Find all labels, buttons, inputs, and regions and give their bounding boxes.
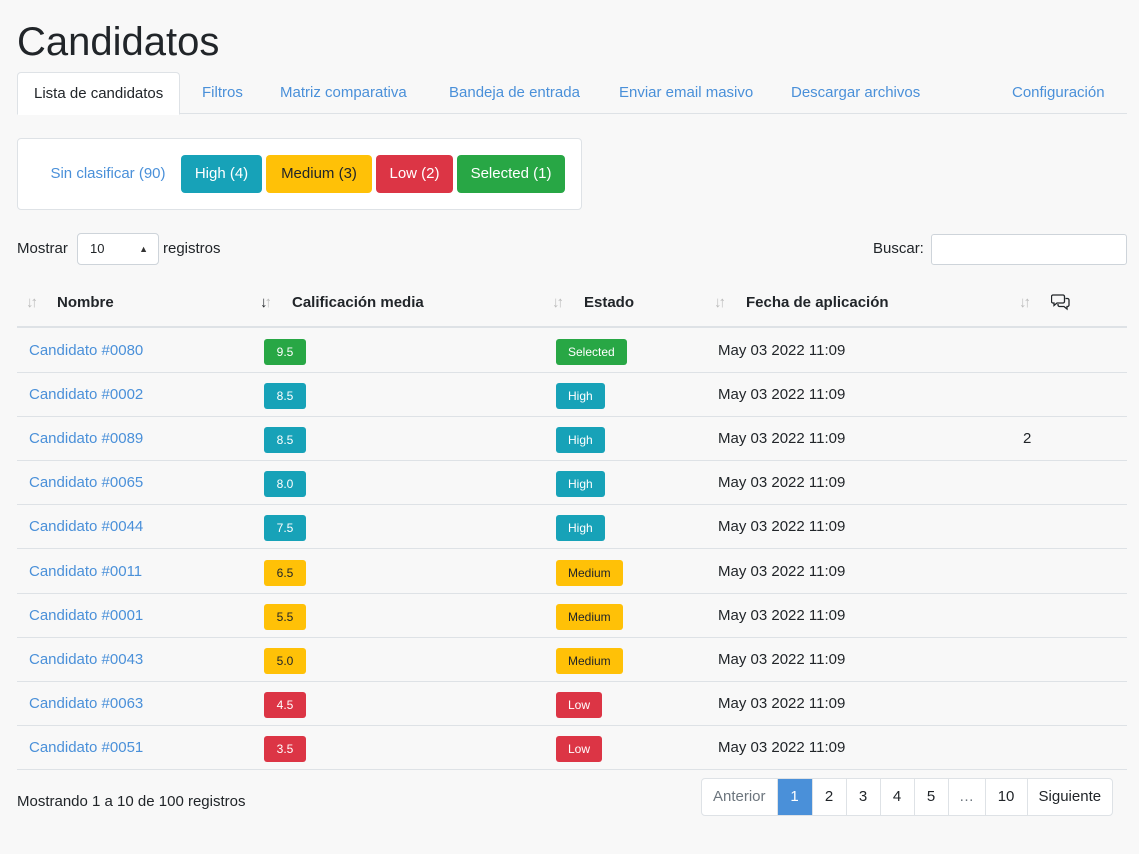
column-header-name[interactable]: Nombre	[57, 280, 114, 326]
filter-unclassified-button[interactable]: Sin clasificar (90)	[34, 155, 182, 193]
tab-download-files[interactable]: Descargar archivos	[775, 72, 936, 114]
tab-filters[interactable]: Filtros	[186, 72, 259, 114]
filter-low-button[interactable]: Low (2)	[376, 155, 453, 193]
sort-icon[interactable]: ↓↑	[26, 280, 38, 326]
state-badge: Low	[556, 692, 603, 718]
page-button-5[interactable]: 5	[913, 779, 948, 815]
candidate-link[interactable]: Candidato #0002	[29, 373, 143, 417]
table-row: Candidato #0065 8.0 High May 03 2022 11:…	[17, 461, 1127, 505]
next-page-button[interactable]: Siguiente	[1026, 779, 1113, 815]
candidate-link[interactable]: Candidato #0089	[29, 417, 143, 461]
sort-desc-icon[interactable]: ↓↑	[260, 280, 272, 326]
filter-medium-button[interactable]: Medium (3)	[266, 155, 372, 193]
table-row: Candidato #0063 4.5 Low May 03 2022 11:0…	[17, 682, 1127, 726]
table-row: Candidato #0089 8.5 High May 03 2022 11:…	[17, 417, 1127, 461]
state-badge: Medium	[556, 648, 623, 674]
candidate-link[interactable]: Candidato #0051	[29, 726, 143, 770]
table-row: Candidato #0043 5.0 Medium May 03 2022 1…	[17, 638, 1127, 682]
candidate-link[interactable]: Candidato #0080	[29, 329, 143, 373]
search-input[interactable]	[931, 234, 1127, 265]
application-date: May 03 2022 11:09	[718, 386, 846, 403]
candidate-link[interactable]: Candidato #0063	[29, 682, 143, 726]
length-suffix: registros	[163, 240, 221, 257]
sort-icon[interactable]: ↓↑	[1019, 280, 1031, 326]
table-info: Mostrando 1 a 10 de 100 registros	[17, 793, 246, 810]
tabs-bar: Lista de candidatos Filtros Matriz compa…	[17, 72, 1127, 115]
application-date: May 03 2022 11:09	[718, 739, 846, 756]
previous-page-button[interactable]: Anterior	[702, 779, 777, 815]
candidate-link[interactable]: Candidato #0011	[29, 550, 142, 594]
state-badge: Medium	[556, 604, 623, 630]
page-button-2[interactable]: 2	[811, 779, 846, 815]
score-badge: 5.5	[264, 604, 306, 630]
sort-icon[interactable]: ↓↑	[552, 280, 564, 326]
pagination: Anterior 1 2 3 4 5 … 10 Siguiente	[701, 778, 1114, 816]
comment-count: 2	[1023, 430, 1032, 447]
tab-candidate-list[interactable]: Lista de candidatos	[17, 72, 181, 115]
state-badge: Low	[556, 736, 603, 762]
column-header-date[interactable]: Fecha de aplicación	[746, 280, 889, 326]
filter-high-button[interactable]: High (4)	[181, 155, 262, 193]
candidate-link[interactable]: Candidato #0044	[29, 505, 143, 549]
score-badge: 6.5	[264, 560, 306, 586]
application-date: May 03 2022 11:09	[718, 430, 846, 447]
state-badge: High	[556, 383, 605, 409]
tab-mass-email[interactable]: Enviar email masivo	[603, 72, 769, 114]
sort-icon[interactable]: ↓↑	[714, 280, 726, 326]
length-label: Mostrar	[17, 240, 68, 257]
candidate-link[interactable]: Candidato #0043	[29, 638, 143, 682]
score-badge: 8.5	[264, 427, 306, 453]
state-badge: High	[556, 515, 605, 541]
tab-comparison-matrix[interactable]: Matriz comparativa	[264, 72, 423, 114]
application-date: May 03 2022 11:09	[718, 342, 846, 359]
page-button-4[interactable]: 4	[879, 779, 914, 815]
score-badge: 9.5	[264, 339, 306, 365]
score-badge: 8.0	[264, 471, 306, 497]
table-row: Candidato #0051 3.5 Low May 03 2022 11:0…	[17, 726, 1127, 770]
application-date: May 03 2022 11:09	[718, 651, 846, 668]
application-date: May 03 2022 11:09	[718, 563, 846, 580]
tab-settings[interactable]: Configuración	[996, 72, 1121, 114]
table-row: Candidato #0011 6.5 Medium May 03 2022 1…	[17, 550, 1127, 594]
table-row: Candidato #0080 9.5 Selected May 03 2022…	[17, 329, 1127, 373]
application-date: May 03 2022 11:09	[718, 607, 846, 624]
page-length-value: 10	[90, 241, 105, 256]
score-badge: 4.5	[264, 692, 306, 718]
state-badge: High	[556, 471, 605, 497]
application-date: May 03 2022 11:09	[718, 518, 846, 535]
page-button-3[interactable]: 3	[845, 779, 880, 815]
state-badge: High	[556, 427, 605, 453]
tab-inbox[interactable]: Bandeja de entrada	[433, 72, 596, 114]
state-badge: Selected	[556, 339, 627, 365]
application-date: May 03 2022 11:09	[718, 474, 846, 491]
page-button-1[interactable]: 1	[776, 779, 812, 815]
score-badge: 3.5	[264, 736, 306, 762]
table-header: ↓↑ Nombre ↓↑ Calificación media ↓↑ Estad…	[17, 280, 1127, 328]
column-header-state[interactable]: Estado	[584, 280, 634, 326]
candidate-link[interactable]: Candidato #0001	[29, 594, 143, 638]
page-title: Candidatos	[17, 20, 220, 64]
search-label: Buscar:	[873, 240, 924, 257]
table-row: Candidato #0044 7.5 High May 03 2022 11:…	[17, 505, 1127, 549]
select-caret-icon: ▲	[139, 244, 148, 254]
table-row: Candidato #0001 5.5 Medium May 03 2022 1…	[17, 594, 1127, 638]
comments-icon[interactable]	[1050, 293, 1071, 313]
page-length-select[interactable]: 10 ▲	[77, 233, 159, 265]
score-badge: 7.5	[264, 515, 306, 541]
table-row: Candidato #0002 8.5 High May 03 2022 11:…	[17, 373, 1127, 417]
candidate-link[interactable]: Candidato #0065	[29, 461, 143, 505]
filter-selected-button[interactable]: Selected (1)	[457, 155, 565, 193]
page-button-10[interactable]: 10	[984, 779, 1027, 815]
application-date: May 03 2022 11:09	[718, 695, 846, 712]
score-badge: 5.0	[264, 648, 306, 674]
score-badge: 8.5	[264, 383, 306, 409]
state-badge: Medium	[556, 560, 623, 586]
state-filter-group: Sin clasificar (90) High (4) Medium (3) …	[17, 138, 582, 210]
column-header-score[interactable]: Calificación media	[292, 280, 424, 326]
page-ellipsis: …	[947, 779, 985, 815]
